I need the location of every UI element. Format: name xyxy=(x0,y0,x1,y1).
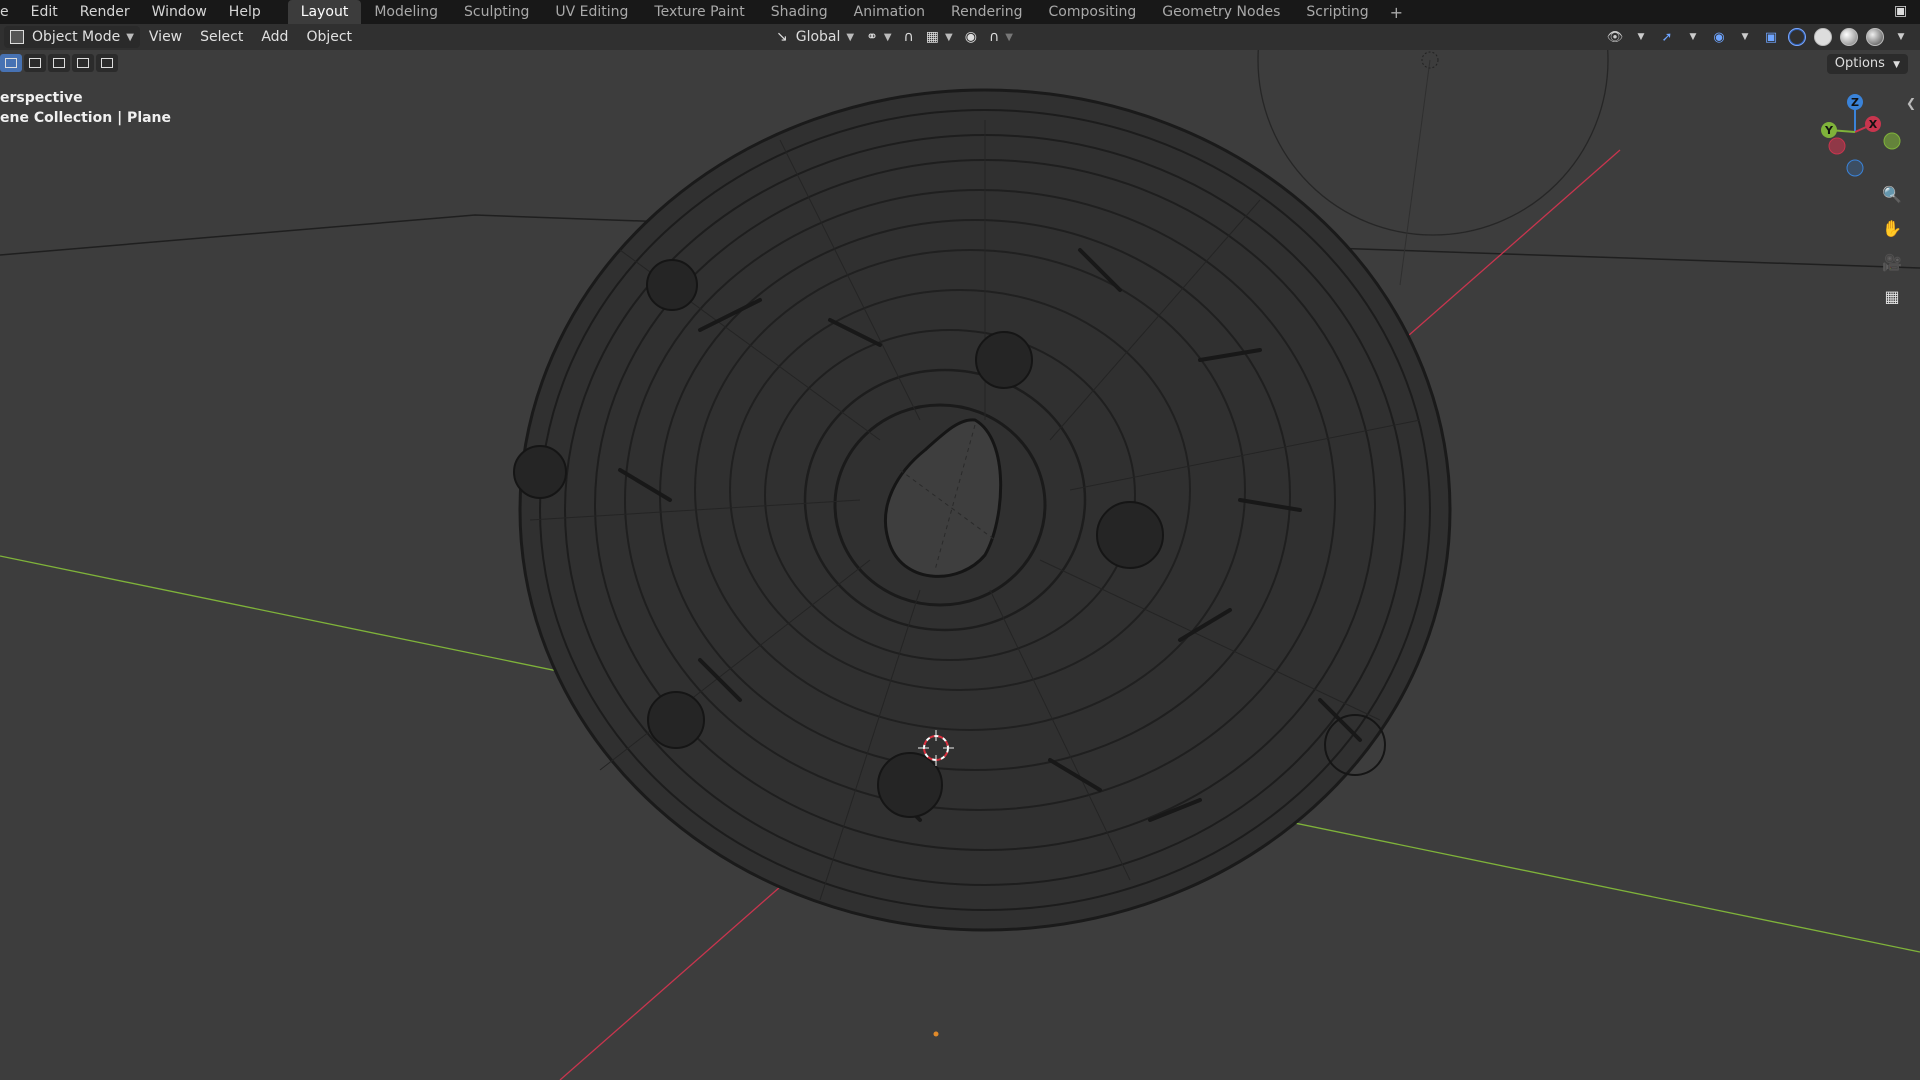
selection-mode-buttons xyxy=(0,54,118,72)
gizmo-neg-x-circle xyxy=(1828,137,1846,155)
tab-rendering[interactable]: Rendering xyxy=(938,0,1036,24)
rendered-shading-icon[interactable] xyxy=(1864,27,1886,47)
menu-edit[interactable]: Edit xyxy=(20,4,69,20)
gizmo-toggle-icon[interactable]: ➚ xyxy=(1656,27,1678,47)
tab-compositing[interactable]: Compositing xyxy=(1036,0,1150,24)
select-extend-button[interactable] xyxy=(24,54,46,72)
select-invert-button[interactable] xyxy=(72,54,94,72)
falloff-dropdown[interactable]: ∩ ▼ xyxy=(983,29,1019,45)
orientation-dropdown[interactable]: ↘ Global ▼ xyxy=(770,29,860,45)
orientation-icon: ↘ xyxy=(776,29,788,45)
options-label: Options xyxy=(1834,56,1885,71)
menu-view[interactable]: View xyxy=(140,26,191,48)
chevron-down-icon: ▼ xyxy=(945,31,953,43)
collection-path-label: ene Collection | Plane xyxy=(0,110,172,126)
tab-texture-paint[interactable]: Texture Paint xyxy=(641,0,757,24)
view-perspective-label: erspective xyxy=(0,90,83,106)
pivot-icon: ⚭ xyxy=(866,29,878,45)
select-new-button[interactable] xyxy=(0,54,22,72)
camera-icon[interactable]: 🎥 xyxy=(1878,250,1906,274)
menu-render[interactable]: Render xyxy=(69,4,141,20)
menu-help[interactable]: Help xyxy=(218,4,272,20)
viewport-3d[interactable]: Z X Y xyxy=(0,50,1920,1080)
menu-select[interactable]: Select xyxy=(191,26,252,48)
snap-increment-icon: ▦ xyxy=(925,29,940,45)
chevron-down-icon: ▼ xyxy=(883,31,892,43)
proportional-edit-toggle[interactable]: ◉ xyxy=(959,29,983,45)
tab-scripting[interactable]: Scripting xyxy=(1293,0,1381,24)
solid-shading-icon[interactable] xyxy=(1812,27,1834,47)
menu-add[interactable]: Add xyxy=(252,26,297,48)
chevron-down-icon[interactable]: ▼ xyxy=(1630,27,1652,47)
tab-sculpting[interactable]: Sculpting xyxy=(451,0,542,24)
gizmo-y-label: Y xyxy=(1824,124,1834,137)
gizmo-neg-z-circle xyxy=(1846,159,1864,177)
overlays-toggle-icon[interactable]: ◉ xyxy=(1708,27,1730,47)
object-mode-dropdown[interactable]: Object Mode ▼ xyxy=(4,26,140,48)
viewport-navigation-tools: 🔍 ✋ 🎥 ▦ xyxy=(1878,182,1906,308)
viewport-info: erspective ene Collection | Plane xyxy=(0,88,171,128)
chevron-down-icon[interactable]: ▼ xyxy=(1734,27,1756,47)
menu-object[interactable]: Object xyxy=(297,26,361,48)
hand-pan-icon[interactable]: ✋ xyxy=(1878,216,1906,240)
options-dropdown[interactable]: Options ▼ xyxy=(1826,54,1908,74)
tab-layout[interactable]: Layout xyxy=(287,0,362,24)
snap-target-dropdown[interactable]: ▦ ▼ xyxy=(920,29,959,45)
back-plane-line xyxy=(0,214,669,256)
top-menubar: e Edit Render Window Help Layout Modelin… xyxy=(0,0,1920,24)
transform-tools: ↘ Global ▼ ⚭ ▼ ∩ ▦ ▼ ◉ ∩ ▼ xyxy=(770,26,1019,48)
tab-shading[interactable]: Shading xyxy=(758,0,841,24)
snap-toggle[interactable]: ∩ xyxy=(898,29,920,45)
chevron-down-icon: ▼ xyxy=(1893,60,1900,70)
menu-window[interactable]: Window xyxy=(141,4,218,20)
select-subtract-button[interactable] xyxy=(48,54,70,72)
tab-geometry-nodes[interactable]: Geometry Nodes xyxy=(1149,0,1293,24)
menu-file[interactable]: e xyxy=(0,4,20,20)
orientation-label: Global xyxy=(795,29,841,45)
gizmo-z-label: Z xyxy=(1851,96,1859,109)
wireframe-shading-icon[interactable] xyxy=(1786,27,1808,47)
xray-toggle-icon[interactable]: ▣ xyxy=(1760,27,1782,47)
tab-uv-editing[interactable]: UV Editing xyxy=(542,0,641,24)
material-shading-icon[interactable] xyxy=(1838,27,1860,47)
visibility-eye-icon[interactable]: 👁 xyxy=(1604,27,1626,47)
grid-perspective-icon[interactable]: ▦ xyxy=(1878,284,1906,308)
chevron-down-icon[interactable]: ▼ xyxy=(1682,27,1704,47)
workspace-tabs: Layout Modeling Sculpting UV Editing Tex… xyxy=(287,0,1411,24)
select-intersect-button[interactable] xyxy=(96,54,118,72)
chevron-down-icon: ▼ xyxy=(846,31,855,43)
sidebar-collapse-icon[interactable]: ❮ xyxy=(1906,96,1916,110)
object-origin-dot xyxy=(933,1031,939,1037)
tab-animation[interactable]: Animation xyxy=(841,0,938,24)
chevron-down-icon: ▼ xyxy=(1005,31,1013,43)
object-mode-icon xyxy=(10,30,24,44)
viewport-right-tools: 👁 ▼ ➚ ▼ ◉ ▼ ▣ ▼ xyxy=(1604,26,1912,48)
chevron-down-icon: ▼ xyxy=(126,31,134,43)
scene-icon[interactable]: ▣ xyxy=(1894,3,1912,21)
viewport-header: Object Mode ▼ View Select Add Object ↘ G… xyxy=(0,24,1920,50)
gizmo-neg-y-circle xyxy=(1883,132,1901,150)
magnet-icon: ∩ xyxy=(903,29,914,45)
gizmo-x-label: X xyxy=(1869,118,1878,131)
back-plane-line xyxy=(1329,247,1920,269)
search-zoom-icon[interactable]: 🔍 xyxy=(1878,182,1906,206)
add-workspace-button[interactable]: + xyxy=(1382,3,1411,22)
chevron-down-icon[interactable]: ▼ xyxy=(1890,27,1912,47)
proportional-edit-icon: ◉ xyxy=(964,29,977,45)
navigation-gizmo: Z X Y xyxy=(1821,94,1901,177)
object-mode-label: Object Mode xyxy=(32,29,121,45)
tab-modeling[interactable]: Modeling xyxy=(361,0,451,24)
donut-wireframe xyxy=(513,88,1452,932)
pivot-point-dropdown[interactable]: ⚭ ▼ xyxy=(860,29,897,45)
falloff-curve-icon: ∩ xyxy=(988,29,1000,45)
